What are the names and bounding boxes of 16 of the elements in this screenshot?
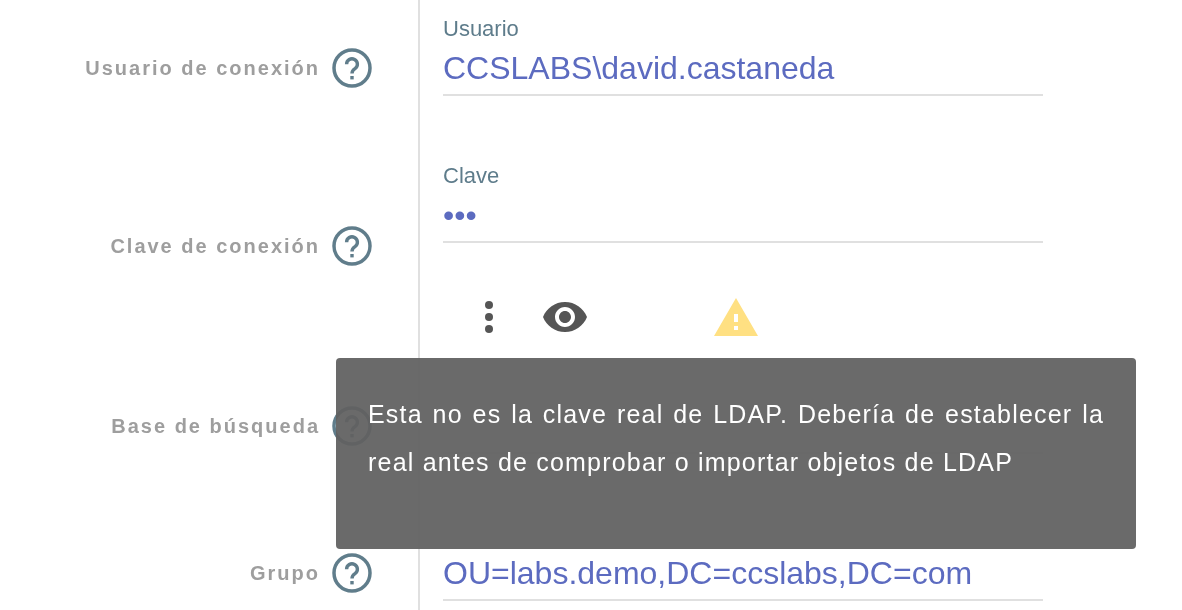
input-field[interactable]: CCSLABS\david.castaneda <box>443 48 1043 96</box>
setting-label: Base de búsqueda <box>111 414 320 439</box>
help-icon[interactable] <box>332 48 372 88</box>
input-field[interactable]: OU=labs.demo,DC=ccslabs,DC=com <box>443 553 1043 601</box>
help-icon[interactable] <box>332 553 372 593</box>
help-icon[interactable] <box>332 226 372 266</box>
warning-icon <box>714 298 758 336</box>
input-field[interactable]: ••• <box>443 195 1043 243</box>
eye-icon[interactable] <box>543 302 587 332</box>
setting-label: Clave de conexión <box>110 234 320 259</box>
field-label: Clave <box>443 163 500 189</box>
more-vertical-icon[interactable] <box>484 300 494 334</box>
tooltip: Esta no es la clave real de LDAP. Debería de establecer la real antes de comprobar o importar objetos de LDAP <box>336 358 1136 549</box>
setting-label: Grupo <box>250 561 320 586</box>
setting-label: Usuario de conexión <box>85 56 320 81</box>
field-label: Usuario <box>443 16 519 42</box>
